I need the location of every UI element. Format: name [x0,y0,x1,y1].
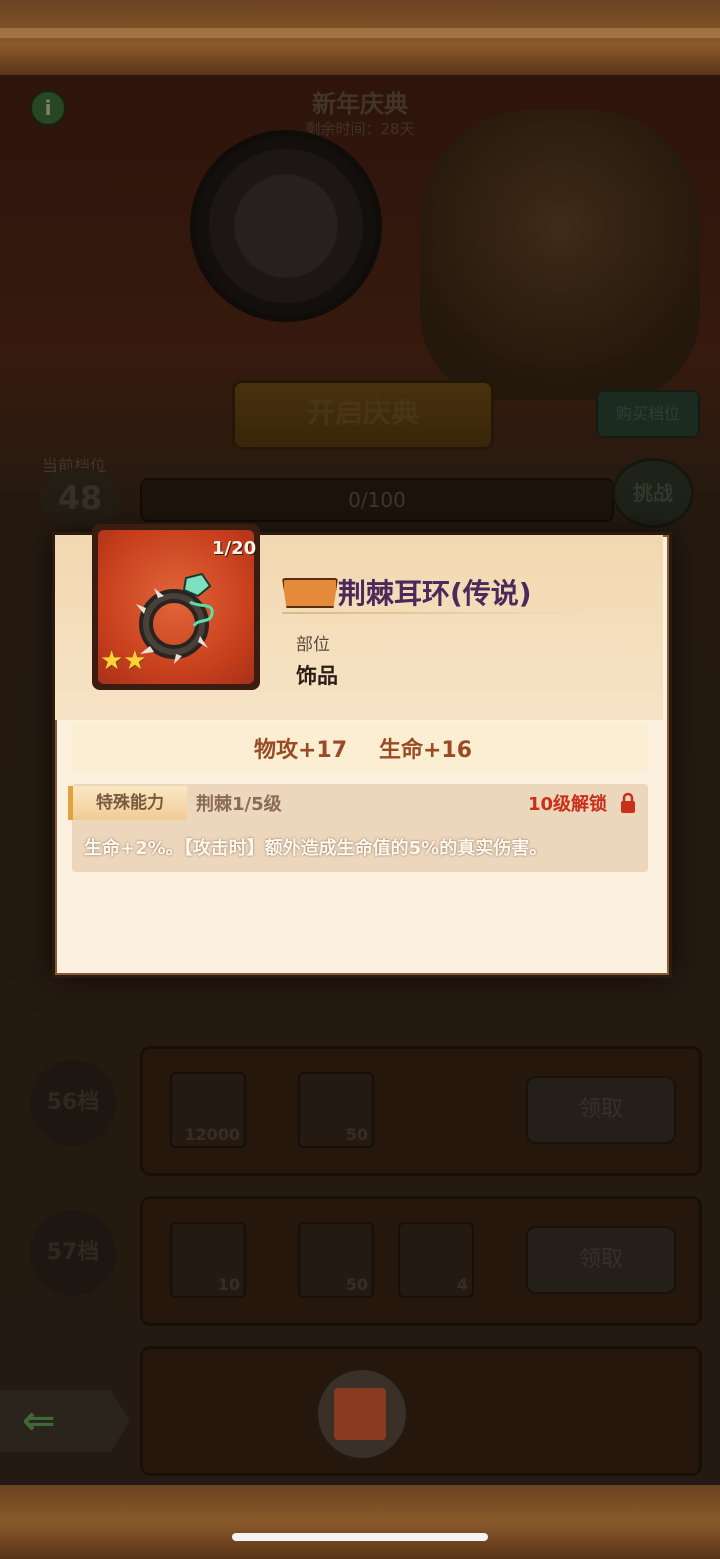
bottom-bar [0,1485,720,1559]
ability-tag: 特殊能力 [68,786,187,820]
item-count: 1/20 [212,538,257,559]
unlock-requirement: 10级解锁 [528,794,608,815]
stats-bar [72,722,648,772]
back-button[interactable] [0,1390,130,1452]
stat-hp: 生命+16 [379,738,473,763]
lock-icon [621,792,635,813]
star-rating-icon: ★★ [100,646,147,676]
home-indicator[interactable] [232,1533,488,1541]
back-arrow-icon: ⇐ [22,1398,56,1444]
item-title: 荆棘耳环(传说) [338,577,532,610]
slot-value: 饰品 [296,664,338,688]
weapon-type-icon [282,578,338,608]
ability-description: 生命+2%。【攻击时】额外造成生命值的5%的真实伤害。 [84,838,548,859]
top-bar [0,0,720,78]
puzzle-icon [334,1388,386,1440]
title-divider [282,612,584,614]
stat-attack: 物攻+17 [254,738,348,763]
ability-name: 荆棘1/5级 [196,794,282,815]
slot-label: 部位 [296,635,330,655]
